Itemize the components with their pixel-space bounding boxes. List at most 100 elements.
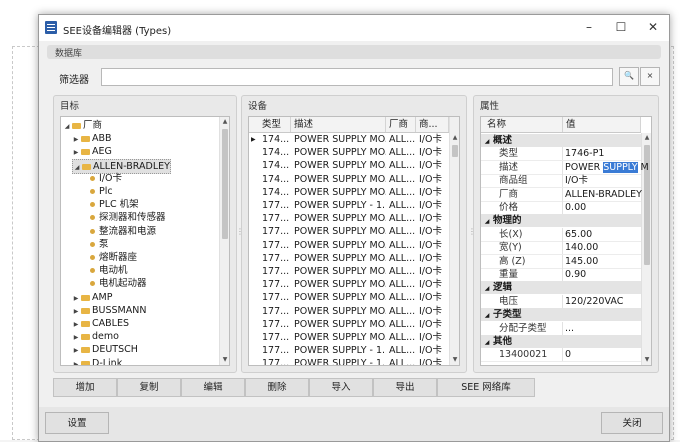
tree-item[interactable]: ▶ BUSSMANN	[72, 304, 147, 318]
expand-arrow-icon[interactable]: ▶	[72, 305, 80, 318]
target-tree[interactable]: ▲ ▼ ◢ 厂商 ▶ ABB ▶ AEG ◢ ALLEN-BRADLEY I/O卡 Plc PLC …	[60, 116, 230, 366]
table-cell[interactable]: ALL...	[386, 186, 416, 199]
property-name[interactable]: 重量	[493, 268, 563, 281]
collapse-arrow-icon[interactable]: ◢	[481, 215, 493, 228]
table-cell[interactable]: ALL...	[386, 291, 416, 304]
table-row[interactable]: 174... POWER SUPPLY MO... ALL... I/O卡	[249, 186, 449, 199]
folder-icon[interactable]	[81, 294, 90, 301]
category-icon[interactable]	[90, 215, 95, 221]
folder-icon[interactable]	[81, 149, 90, 156]
category-icon[interactable]	[90, 189, 95, 194]
scroll-down-arrow-icon[interactable]: ▼	[642, 355, 651, 365]
tree-item[interactable]: ▶ demo	[72, 330, 119, 343]
table-row[interactable]: 177... POWER SUPPLY MO... ALL... I/O卡	[249, 212, 449, 225]
tree-item-label[interactable]: 厂商	[83, 120, 102, 131]
table-cell[interactable]: I/O卡	[416, 173, 449, 186]
category-icon[interactable]	[90, 281, 95, 287]
scroll-thumb[interactable]	[452, 145, 458, 157]
tree-item[interactable]: 整流器和电源	[81, 225, 156, 238]
scroll-thumb[interactable]	[222, 129, 228, 239]
property-name[interactable]: 13400021	[493, 348, 563, 362]
table-cell[interactable]: I/O卡	[416, 212, 449, 225]
table-cell[interactable]: POWER SUPPLY MO...	[291, 225, 386, 238]
tree-item[interactable]: I/O卡	[81, 172, 122, 185]
property-value[interactable]: POWER SUPPLY M	[563, 161, 649, 174]
tree-item[interactable]: Plc	[81, 185, 113, 198]
collapse-arrow-icon[interactable]: ◢	[481, 309, 493, 322]
property-row[interactable]: 类型 1746-P1	[481, 147, 641, 162]
table-cell[interactable]: I/O卡	[416, 278, 449, 291]
table-cell[interactable]: ALL...	[386, 199, 416, 212]
table-cell[interactable]: POWER SUPPLY - 1...	[291, 357, 386, 365]
minimize-button[interactable]: –	[573, 15, 605, 41]
table-cell[interactable]: I/O卡	[416, 344, 449, 357]
table-cell[interactable]: ALL...	[386, 212, 416, 225]
tree-item[interactable]: 熔断器座	[81, 251, 137, 264]
scroll-up-arrow-icon[interactable]: ▲	[220, 117, 229, 127]
table-cell[interactable]: POWER SUPPLY MO...	[291, 278, 386, 291]
property-value[interactable]: ...	[563, 322, 574, 335]
table-row[interactable]: 174... POWER SUPPLY MO... ALL... I/O卡	[249, 146, 449, 159]
property-category-title[interactable]: 其他	[493, 336, 512, 347]
table-cell[interactable]: I/O卡	[416, 252, 449, 265]
tree-item-label[interactable]: demo	[92, 331, 119, 342]
property-value[interactable]: 1746-P1	[563, 147, 604, 160]
scroll-down-arrow-icon[interactable]: ▼	[450, 355, 459, 365]
table-cell[interactable]: I/O卡	[416, 225, 449, 238]
category-icon[interactable]	[90, 202, 95, 208]
table-cell[interactable]: 177...	[259, 265, 291, 278]
tree-item-label[interactable]: D-Link	[92, 358, 122, 365]
tree-item[interactable]: ▶ DEUTSCH	[72, 343, 138, 356]
category-icon[interactable]	[90, 175, 95, 181]
tree-item-label[interactable]: BUSSMANN	[92, 305, 146, 316]
tree-item[interactable]: 电动机	[81, 264, 128, 277]
property-row[interactable]: 厂商 ALLEN-BRADLEY	[481, 187, 642, 202]
value-text[interactable]: M	[638, 162, 649, 173]
table-cell[interactable]: 174...	[259, 133, 291, 146]
property-category-title[interactable]: 概述	[493, 135, 512, 146]
tree-item-label[interactable]: I/O卡	[99, 173, 122, 184]
column-header[interactable]: 类型	[259, 117, 291, 132]
property-category[interactable]: ◢ 物理的	[481, 214, 641, 228]
table-cell[interactable]: 174...	[259, 159, 291, 172]
table-cell[interactable]: POWER SUPPLY MO...	[291, 173, 386, 186]
property-row[interactable]: 电压 120/220VAC	[481, 294, 641, 309]
property-name[interactable]: 分配子类型	[493, 321, 563, 335]
table-cell[interactable]: 177...	[259, 278, 291, 291]
folder-icon[interactable]	[81, 347, 90, 354]
table-cell[interactable]: 177...	[259, 239, 291, 252]
tree-item[interactable]: ▶ ABB	[72, 132, 112, 145]
property-value[interactable]: 0.00	[563, 201, 586, 214]
table-row[interactable]: 177... POWER SUPPLY - 1... ALL... I/O卡	[249, 344, 449, 357]
table-cell[interactable]: 177...	[259, 212, 291, 225]
import-button[interactable]: 导入	[309, 378, 373, 397]
folder-icon[interactable]	[81, 360, 90, 365]
category-icon[interactable]	[90, 255, 95, 260]
expand-arrow-icon[interactable]: ▶	[72, 146, 80, 159]
expand-arrow-icon[interactable]: ▶	[72, 331, 80, 344]
scroll-up-arrow-icon[interactable]: ▲	[642, 133, 651, 143]
property-value[interactable]: I/O卡	[563, 174, 588, 187]
tree-item-label[interactable]: CABLES	[92, 318, 129, 329]
property-name[interactable]: 价格	[493, 201, 563, 214]
collapse-arrow-icon[interactable]: ◢	[481, 135, 493, 148]
table-cell[interactable]: POWER SUPPLY MO...	[291, 146, 386, 159]
folder-icon[interactable]	[82, 163, 91, 170]
table-cell[interactable]: POWER SUPPLY MO...	[291, 291, 386, 304]
property-category[interactable]: ◢ 概述	[481, 134, 641, 147]
value-text[interactable]: POWER	[565, 162, 603, 173]
table-cell[interactable]: I/O卡	[416, 146, 449, 159]
property-value[interactable]: 65.00	[563, 228, 592, 241]
tree-item-label[interactable]: DEUTSCH	[92, 344, 138, 355]
expand-arrow-icon[interactable]: ▶	[72, 344, 80, 357]
tree-item-label[interactable]: 探测器和传感器	[99, 212, 166, 223]
property-row[interactable]: 描述 POWER SUPPLY M	[481, 160, 649, 175]
edit-button[interactable]: 编辑	[181, 378, 245, 397]
table-cell[interactable]: I/O卡	[416, 357, 449, 365]
property-name[interactable]: 商品组	[493, 174, 563, 188]
table-row[interactable]: 177... POWER SUPPLY MO... ALL... I/O卡	[249, 291, 449, 304]
table-cell[interactable]: POWER SUPPLY - 1...	[291, 199, 386, 212]
folder-icon[interactable]	[72, 123, 81, 129]
tree-item-label[interactable]: ABB	[92, 133, 112, 144]
maximize-button[interactable]: ☐	[605, 15, 637, 41]
